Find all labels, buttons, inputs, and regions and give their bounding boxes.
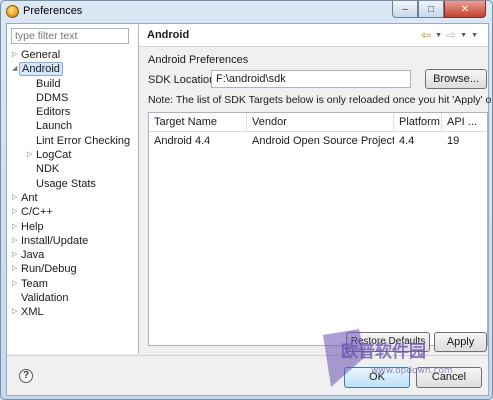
filter-input[interactable] bbox=[11, 28, 129, 44]
column-header-vendor[interactable]: Vendor bbox=[247, 113, 394, 131]
tree-item-label: XML bbox=[21, 306, 44, 319]
preferences-window: Preferences – □ ✕ ▷General◢AndroidBuildD… bbox=[0, 0, 493, 400]
tree-item-label: Editors bbox=[36, 106, 71, 119]
page-header: Android ⇦ ▼ ⇨ ▼ ▼ bbox=[139, 24, 488, 47]
forward-arrow-icon[interactable]: ⇨ bbox=[446, 28, 456, 42]
cell-api-level: 19 bbox=[447, 135, 460, 147]
tree-item-build[interactable]: Build bbox=[7, 77, 138, 91]
column-header-api[interactable]: API ... bbox=[442, 113, 487, 131]
column-header-target-name[interactable]: Target Name bbox=[149, 113, 247, 131]
window-title: Preferences bbox=[23, 5, 83, 17]
tree-item-label: General bbox=[21, 49, 61, 61]
tree-item-logcat[interactable]: ▷ LogCat bbox=[7, 148, 138, 162]
tree-item-label: Lint Error Checking bbox=[36, 134, 131, 147]
page-subtitle: Android Preferences bbox=[148, 54, 249, 66]
tree-item-label: C/C++ bbox=[21, 206, 53, 219]
tree-item-ddms[interactable]: DDMS bbox=[7, 91, 138, 105]
eclipse-app-icon bbox=[6, 5, 19, 18]
tree-item-general[interactable]: ▷ General bbox=[7, 48, 138, 62]
tree-item-label: Launch bbox=[36, 120, 73, 133]
tree-item-label: Usage Stats bbox=[36, 177, 96, 190]
tree-item-ndk[interactable]: NDK bbox=[7, 162, 138, 176]
tree-item-label: Install/Update bbox=[21, 234, 89, 247]
watermark-text: 欧普软件园 bbox=[341, 341, 426, 362]
cell-vendor: Android Open Source Project bbox=[252, 135, 394, 147]
back-arrow-icon[interactable]: ⇦ bbox=[421, 28, 431, 42]
tree-item-java[interactable]: ▷ Java bbox=[7, 248, 138, 262]
tree-item-install-update[interactable]: ▷ Install/Update bbox=[7, 234, 138, 248]
tree-item-label: Android bbox=[19, 62, 63, 77]
reload-note: Note: The list of SDK Targets below is o… bbox=[148, 94, 493, 106]
tree-item-android[interactable]: ◢ Android bbox=[7, 62, 138, 77]
watermark-url: www.opdown.com bbox=[371, 366, 453, 376]
window-controls: – □ ✕ bbox=[392, 1, 486, 18]
minimize-button[interactable]: – bbox=[392, 1, 418, 18]
tree-item-usage-stats[interactable]: Usage Stats bbox=[7, 177, 138, 191]
table-header: Target Name Vendor Platform API ... bbox=[149, 113, 487, 132]
maximize-button[interactable]: □ bbox=[418, 1, 444, 18]
preference-tree: ▷ General ◢ Android Build DDMS Editors Launch Li… bbox=[7, 48, 138, 320]
tree-item-label: Build bbox=[36, 77, 61, 90]
tree-item-xml[interactable]: ▷ XML bbox=[7, 305, 138, 319]
watermark-logo: 欧普软件园 www.opdown.com bbox=[323, 329, 453, 387]
close-button[interactable]: ✕ bbox=[444, 1, 486, 18]
tree-item-label: NDK bbox=[36, 163, 60, 176]
tree-item-label: DDMS bbox=[36, 91, 69, 104]
tree-item-help[interactable]: ▷ Help bbox=[7, 220, 138, 234]
help-icon[interactable]: ? bbox=[19, 369, 33, 383]
tree-item-ant[interactable]: ▷ Ant bbox=[7, 191, 138, 205]
tree-item-label: Team bbox=[21, 277, 48, 290]
history-navigation: ⇦ ▼ ⇨ ▼ ▼ bbox=[421, 28, 478, 42]
title-bar[interactable]: Preferences – □ ✕ bbox=[1, 1, 492, 23]
tree-item-validation[interactable]: Validation bbox=[7, 291, 138, 305]
preference-tree-pane: ▷General◢AndroidBuildDDMS EditorsLaunchLi… bbox=[7, 24, 139, 354]
tree-item-label: Ant bbox=[21, 191, 38, 204]
preference-page: Android ⇦ ▼ ⇨ ▼ ▼ Android Preferences SD… bbox=[139, 24, 492, 354]
sdk-location-field[interactable]: F:\android\sdk bbox=[211, 70, 411, 88]
tree-item-run-debug[interactable]: ▷ Run/Debug bbox=[7, 262, 138, 276]
column-header-platform[interactable]: Platform bbox=[394, 113, 442, 131]
forward-dropdown-icon[interactable]: ▼ bbox=[460, 32, 467, 39]
browse-button[interactable]: Browse... bbox=[425, 69, 487, 89]
tree-item-team[interactable]: ▷ Team bbox=[7, 277, 138, 291]
tree-item-launch[interactable]: Launch bbox=[7, 119, 138, 133]
sdk-location-label: SDK Location: bbox=[148, 74, 219, 86]
table-row[interactable]: Android 4.4 Android Open Source Project … bbox=[149, 132, 487, 150]
tree-item-label: Help bbox=[21, 220, 44, 233]
sdk-targets-table: Target Name Vendor Platform API ... Andr… bbox=[148, 112, 488, 346]
cell-target-name: Android 4.4 bbox=[154, 135, 211, 147]
tree-item-label: Validation bbox=[21, 292, 69, 305]
page-title: Android bbox=[147, 29, 190, 41]
back-dropdown-icon[interactable]: ▼ bbox=[435, 32, 442, 39]
tree-item-lint-error-checking[interactable]: Lint Error Checking bbox=[7, 134, 138, 148]
cell-platform: 4.4 bbox=[399, 135, 415, 147]
tree-item-label: Run/Debug bbox=[21, 263, 77, 276]
tree-item-c-c-[interactable]: ▷ C/C++ bbox=[7, 205, 138, 219]
view-menu-icon[interactable]: ▼ bbox=[471, 32, 478, 39]
tree-item-editors[interactable]: Editors bbox=[7, 105, 138, 119]
tree-item-label: LogCat bbox=[36, 149, 72, 162]
tree-item-label: Java bbox=[21, 249, 45, 262]
